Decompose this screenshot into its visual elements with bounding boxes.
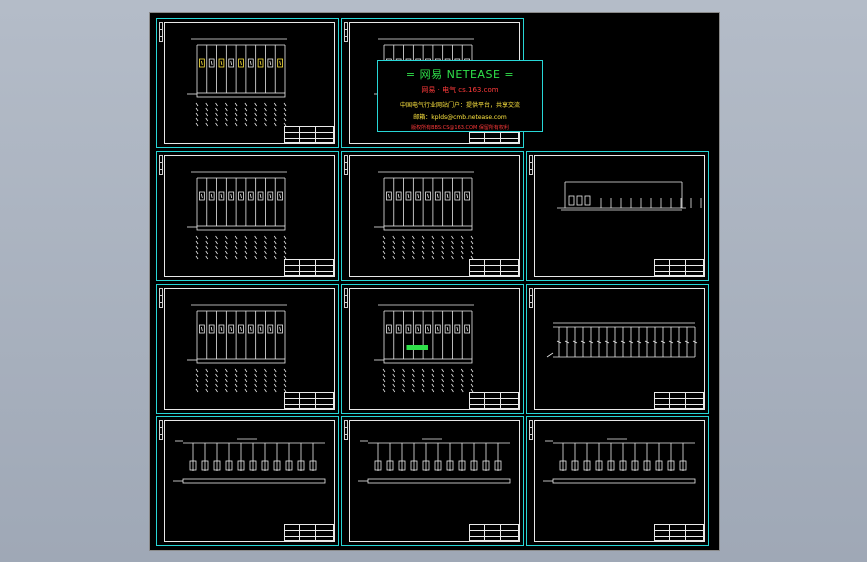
watermark-line2: 中国电气行业网站门户：提供平台，共享交流 <box>399 102 520 109</box>
title-block <box>284 524 334 541</box>
watermark-line1: 网易 · 电气 cs.163.com <box>421 86 499 94</box>
title-block <box>654 524 704 541</box>
title-block <box>284 259 334 276</box>
drawing-sheet[interactable] <box>156 284 339 414</box>
drawing-sheet[interactable] <box>341 416 524 546</box>
title-block <box>469 259 519 276</box>
watermark-line4: 版权所有BBS:CS@163.COM 保留所有权利 <box>411 125 509 131</box>
drawing-sheet[interactable] <box>526 151 709 281</box>
drawing-sheet[interactable] <box>341 284 524 414</box>
title-block <box>469 392 519 409</box>
title-block <box>284 126 334 143</box>
drawing-sheet[interactable] <box>156 18 339 148</box>
drawing-sheet[interactable] <box>156 416 339 546</box>
drawing-sheet[interactable] <box>526 416 709 546</box>
drawing-sheet[interactable] <box>341 151 524 281</box>
title-block <box>654 259 704 276</box>
drawing-sheet[interactable] <box>526 284 709 414</box>
watermark-banner: = 网易 NETEASE = 网易 · 电气 cs.163.com 中国电气行业… <box>377 60 543 132</box>
watermark-title: = 网易 NETEASE = <box>405 68 515 81</box>
title-block <box>284 392 334 409</box>
drawing-sheet[interactable] <box>156 151 339 281</box>
title-block <box>654 392 704 409</box>
watermark-line3: 邮箱：kplds@cmb.netease.com <box>413 114 507 121</box>
title-block <box>469 524 519 541</box>
